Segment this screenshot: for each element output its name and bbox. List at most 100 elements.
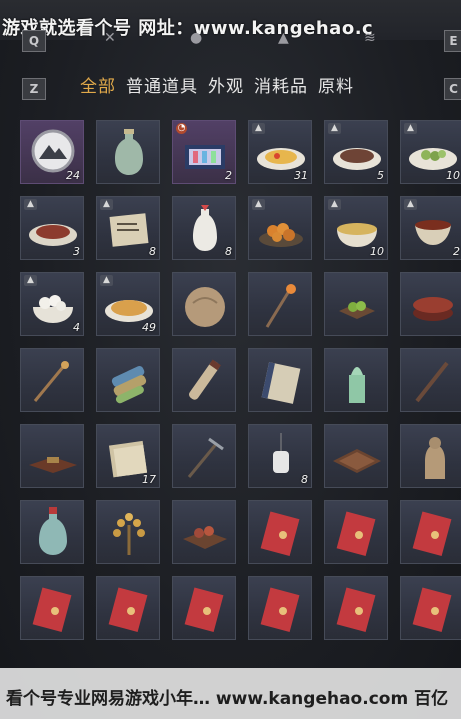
timed-clock-icon: ◔ [176,123,187,134]
next-tab-key[interactable]: C [444,78,461,100]
quality-badge-icon: ▲ [100,275,113,286]
inventory-slot-flute[interactable] [400,348,461,412]
tab-appearance[interactable]: 外观 [208,72,244,98]
quality-badge-icon: ▲ [328,199,341,210]
quality-badge-icon: ▲ [404,199,417,210]
inventory-slot-lantern-staff[interactable] [248,272,312,336]
item-quantity: 17 [142,473,156,486]
inventory-slot-scroll[interactable] [172,348,236,412]
inventory-tabs: 全部 普通道具 外观 消耗品 原料 [80,72,354,98]
tent-icon[interactable]: ▲ [278,30,289,46]
item-quantity: 2 [453,245,460,258]
prev-tab-key[interactable]: Z [22,78,46,100]
item-quantity: 8 [149,245,156,258]
bottom-watermark-text: 看个号专业网易游戏小年… www.kangehao.com 百亿 [6,689,449,709]
inventory-slot-tea-bowl[interactable]: ▲ 2 [400,196,461,260]
inventory-slot-fruit-tray[interactable] [172,500,236,564]
red-envelope-icon [32,587,72,632]
tab-common-items[interactable]: 普通道具 [126,72,198,98]
inventory-slot-stone-statue[interactable] [400,424,461,488]
pouch-icon[interactable]: ● [190,30,202,46]
inventory-slot-gold-tree[interactable] [96,500,160,564]
quality-badge-icon: ▲ [328,123,341,134]
inventory-slot-lacquer-box[interactable] [400,272,461,336]
inventory-slot-fried-rice[interactable]: ▲ 49 [96,272,160,336]
item-quantity: 3 [73,245,80,258]
pickaxe-icon [187,437,224,478]
inventory-slot-white-vase[interactable]: 8 [172,196,236,260]
close-x-icon[interactable]: ✕ [104,30,116,46]
tab-all[interactable]: 全部 [80,72,116,98]
red-envelope-icon [412,511,452,556]
inventory-slot-cloth-rolls[interactable] [96,348,160,412]
quality-badge-icon: ▲ [24,199,37,210]
fruit-tray-icon [183,526,227,549]
inventory-slot-fried-balls[interactable]: ▲ [248,196,312,260]
item-quantity: 8 [225,245,232,258]
red-envelope-icon [336,511,376,556]
inventory-slot-grilled-meat[interactable]: ▲ 3 [20,196,84,260]
celadon-wine-jar-icon [115,129,143,175]
quality-badge-icon: ▲ [100,199,113,210]
next-category-key[interactable]: E [444,30,461,52]
inventory-grid: 24 ◔ 2 ▲ 31 ▲ 5 ▲ 10 ▲ 3 ▲ 8 8 ▲ ▲ 10 ▲ 2 ▲ 4 ▲ 49 17 8 [20,120,461,640]
inventory-slot-mountain-token[interactable]: 24 [20,120,84,184]
inventory-slot-red-vase[interactable] [20,500,84,564]
item-quantity: 5 [377,169,384,182]
wooden-tray-icon [333,449,381,473]
inventory-slot-cucumber-dish[interactable]: ▲ 10 [400,120,461,184]
incense-tray-icon [29,457,77,473]
top-watermark-banner: 游戏就选看个号 网址：www.kangehao.c [0,0,461,40]
red-envelope-icon [260,587,300,632]
prev-category-key[interactable]: Q [22,30,46,52]
bottom-watermark-banner: 看个号专业网易游戏小年… www.kangehao.com 百亿 [0,668,461,719]
inventory-slot-hairpin[interactable] [20,348,84,412]
inventory-slot-rice-balls[interactable]: ▲ 4 [20,272,84,336]
inventory-slot-noodle-bowl[interactable]: ▲ 10 [324,196,388,260]
inventory-slot-incense-tray[interactable] [20,424,84,488]
item-quantity: 31 [294,169,308,182]
tab-consumables[interactable]: 消耗品 [254,72,308,98]
layers-icon[interactable]: ≋ [364,30,376,46]
inventory-slot-gift-box[interactable]: ◔ 2 [172,120,236,184]
inventory-slot-red-envelope[interactable] [324,500,388,564]
lacquer-box-icon [413,297,453,321]
red-envelope-icon [184,587,224,632]
inventory-slot-egg-dish[interactable]: ▲ 31 [248,120,312,184]
inventory-slot-celadon-wine-jar[interactable] [96,120,160,184]
jade-seal-icon [349,367,365,403]
inventory-slot-red-envelope[interactable] [324,576,388,640]
inventory-slot-jade-seal[interactable] [324,348,388,412]
quality-badge-icon: ▲ [252,199,265,210]
item-quantity: 49 [142,321,156,334]
inventory-slot-pickaxe[interactable] [172,424,236,488]
quality-badge-icon: ▲ [252,123,265,134]
inventory-slot-paper-bundle[interactable]: 17 [96,424,160,488]
inventory-slot-red-envelope[interactable] [248,500,312,564]
tab-materials[interactable]: 原料 [318,72,354,98]
inventory-slot-red-envelope[interactable] [20,576,84,640]
red-envelope-icon [260,511,300,556]
red-envelope-icon [336,587,376,632]
item-quantity: 10 [370,245,384,258]
inventory-slot-wooden-tray[interactable] [324,424,388,488]
inventory-slot-red-envelope[interactable] [400,576,461,640]
inventory-slot-red-envelope[interactable] [172,576,236,640]
inventory-slot-paper-note[interactable]: ▲ 8 [96,196,160,260]
inventory-slot-red-envelope[interactable] [248,576,312,640]
inventory-slot-green-fruit-plate[interactable] [324,272,388,336]
inventory-slot-hanging-lantern[interactable]: 8 [248,424,312,488]
inventory-slot-meat-platter[interactable]: ▲ 5 [324,120,388,184]
green-fruit-plate-icon [339,301,375,319]
item-quantity: 8 [301,473,308,486]
red-envelope-icon [108,587,148,632]
lantern-staff-icon [265,284,296,328]
red-vase-icon [39,507,67,555]
inventory-slot-stone-ball[interactable] [172,272,236,336]
scroll-icon [189,359,221,400]
inventory-slot-red-envelope[interactable] [400,500,461,564]
hairpin-icon [33,361,69,402]
inventory-slot-book[interactable] [248,348,312,412]
inventory-slot-red-envelope[interactable] [96,576,160,640]
stone-statue-icon [425,437,445,479]
